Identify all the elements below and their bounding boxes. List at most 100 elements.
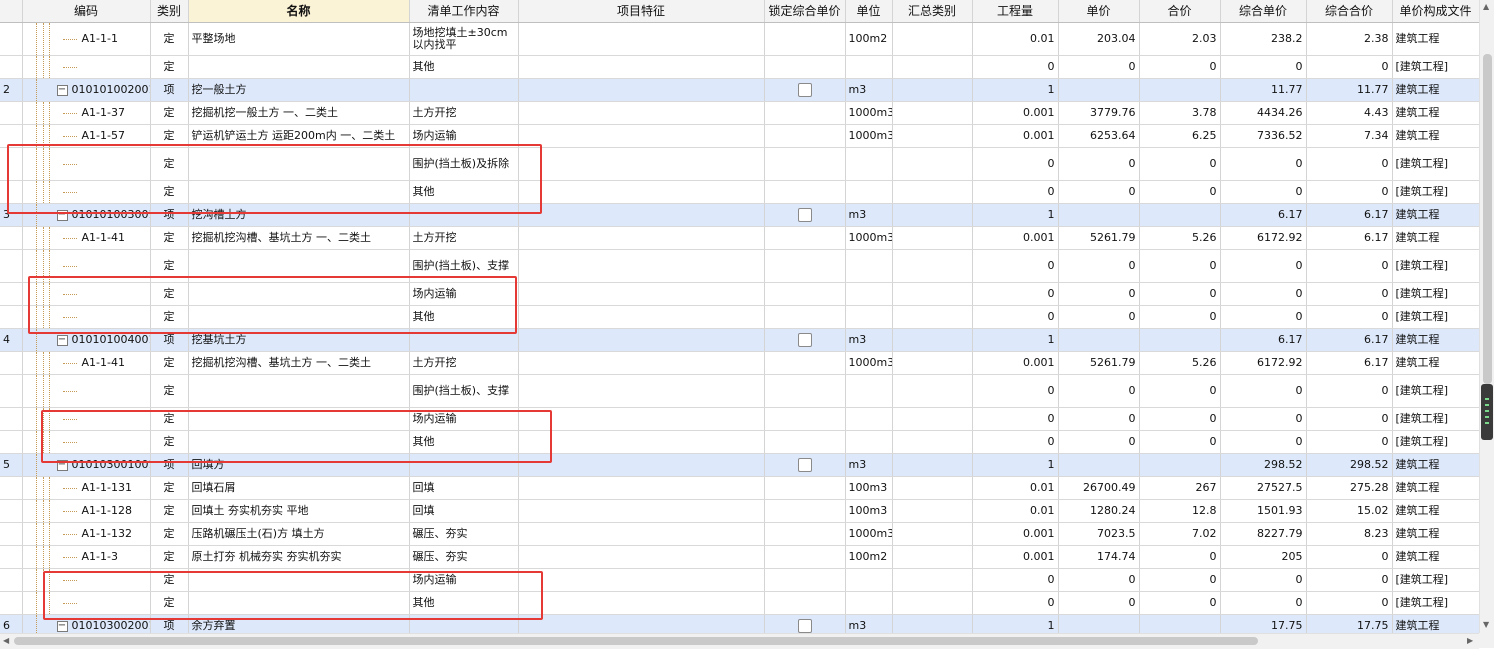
name-cell[interactable] xyxy=(188,282,410,306)
work-cell[interactable]: 其他 xyxy=(409,305,519,329)
name-cell[interactable]: 挖一般土方 xyxy=(188,78,410,102)
lock-cell[interactable] xyxy=(764,453,846,477)
summary-cell[interactable] xyxy=(892,407,973,431)
comp-total-cell[interactable]: 6.17 xyxy=(1306,203,1393,227)
work-cell[interactable] xyxy=(409,203,519,227)
price-cell[interactable]: 0 xyxy=(1058,180,1140,204)
quota-row[interactable]: A1-1-3 定 原土打夯 机械夯实 夯实机夯实 碾压、夯实 100m2 0.0… xyxy=(0,545,1479,569)
quota-row[interactable]: 定 围护(挡土板)、支撑 0 0 0 0 0 [建筑工程] xyxy=(0,249,1479,283)
comp-price-cell[interactable]: 0 xyxy=(1220,55,1307,79)
unit-cell[interactable] xyxy=(845,430,893,454)
work-cell[interactable]: 碾压、夯实 xyxy=(409,545,519,569)
lock-cell[interactable] xyxy=(764,249,846,283)
lock-cell[interactable] xyxy=(764,78,846,102)
type-cell[interactable]: 定 xyxy=(150,249,189,283)
type-cell[interactable]: 定 xyxy=(150,430,189,454)
lock-cell[interactable] xyxy=(764,568,846,592)
lock-cell[interactable] xyxy=(764,22,846,56)
summary-cell[interactable] xyxy=(892,180,973,204)
lock-cell[interactable] xyxy=(764,203,846,227)
quota-row[interactable]: A1-1-37 定 挖掘机挖一般土方 一、二类土 土方开挖 1000m3 0.0… xyxy=(0,101,1479,125)
code-cell[interactable]: A1-1-128 xyxy=(22,499,151,523)
comp-price-cell[interactable]: 0 xyxy=(1220,180,1307,204)
unit-cell[interactable]: 100m3 xyxy=(845,476,893,500)
quota-row[interactable]: A1-1-1 定 平整场地 场地挖填土±30cm以内找平 100m2 0.01 … xyxy=(0,22,1479,56)
lock-cell[interactable] xyxy=(764,226,846,250)
file-cell[interactable]: 建筑工程 xyxy=(1392,499,1479,523)
qty-cell[interactable]: 1 xyxy=(972,78,1059,102)
code-cell[interactable] xyxy=(22,180,151,204)
price-cell[interactable] xyxy=(1058,78,1140,102)
file-cell[interactable]: 建筑工程 xyxy=(1392,226,1479,250)
name-cell[interactable]: 挖掘机挖沟槽、基坑土方 一、二类土 xyxy=(188,226,410,250)
type-cell[interactable]: 定 xyxy=(150,499,189,523)
qty-cell[interactable]: 0 xyxy=(972,180,1059,204)
feature-cell[interactable] xyxy=(518,203,765,227)
comp-total-cell[interactable]: 7.34 xyxy=(1306,124,1393,148)
feature-cell[interactable] xyxy=(518,614,765,633)
total-cell[interactable] xyxy=(1139,614,1221,633)
total-cell[interactable]: 5.26 xyxy=(1139,351,1221,375)
scroll-left-icon[interactable]: ◀ xyxy=(3,636,9,646)
comp-price-cell[interactable]: 4434.26 xyxy=(1220,101,1307,125)
name-cell[interactable]: 回填土 夯实机夯实 平地 xyxy=(188,499,410,523)
comp-price-cell[interactable]: 0 xyxy=(1220,568,1307,592)
comp-price-cell[interactable]: 6172.92 xyxy=(1220,226,1307,250)
file-cell[interactable]: [建筑工程] xyxy=(1392,430,1479,454)
summary-cell[interactable] xyxy=(892,545,973,569)
col-header-code[interactable]: 编码 xyxy=(22,0,151,23)
qty-cell[interactable]: 1 xyxy=(972,328,1059,352)
type-cell[interactable]: 定 xyxy=(150,351,189,375)
price-cell[interactable]: 0 xyxy=(1058,430,1140,454)
feature-cell[interactable] xyxy=(518,351,765,375)
file-cell[interactable]: [建筑工程] xyxy=(1392,55,1479,79)
comp-price-cell[interactable]: 0 xyxy=(1220,430,1307,454)
comp-price-cell[interactable]: 0 xyxy=(1220,147,1307,181)
feature-cell[interactable] xyxy=(518,22,765,56)
total-cell[interactable]: 0 xyxy=(1139,249,1221,283)
type-cell[interactable]: 定 xyxy=(150,374,189,408)
name-cell[interactable] xyxy=(188,591,410,615)
total-cell[interactable]: 0 xyxy=(1139,545,1221,569)
work-cell[interactable]: 其他 xyxy=(409,55,519,79)
col-header-name[interactable]: 名称 xyxy=(188,0,410,23)
comp-price-cell[interactable]: 6172.92 xyxy=(1220,351,1307,375)
code-cell[interactable]: A1-1-3 xyxy=(22,545,151,569)
list-item-row[interactable]: 4 −010101004001 项 挖基坑土方 m3 1 6.17 6.17 建… xyxy=(0,328,1479,352)
type-cell[interactable]: 项 xyxy=(150,203,189,227)
price-cell[interactable]: 0 xyxy=(1058,591,1140,615)
collapse-toggle-icon[interactable]: − xyxy=(56,209,68,221)
name-cell[interactable] xyxy=(188,305,410,329)
feature-cell[interactable] xyxy=(518,101,765,125)
unit-cell[interactable]: 100m3 xyxy=(845,499,893,523)
lock-cell[interactable] xyxy=(764,305,846,329)
file-cell[interactable]: [建筑工程] xyxy=(1392,374,1479,408)
total-cell[interactable]: 0 xyxy=(1139,430,1221,454)
code-cell[interactable] xyxy=(22,55,151,79)
comp-total-cell[interactable]: 0 xyxy=(1306,430,1393,454)
qty-cell[interactable]: 0.001 xyxy=(972,124,1059,148)
qty-cell[interactable]: 0 xyxy=(972,249,1059,283)
file-cell[interactable]: 建筑工程 xyxy=(1392,522,1479,546)
type-cell[interactable]: 定 xyxy=(150,476,189,500)
work-cell[interactable]: 其他 xyxy=(409,591,519,615)
summary-cell[interactable] xyxy=(892,147,973,181)
code-cell[interactable] xyxy=(22,374,151,408)
comp-price-cell[interactable]: 298.52 xyxy=(1220,453,1307,477)
summary-cell[interactable] xyxy=(892,124,973,148)
unit-cell[interactable] xyxy=(845,180,893,204)
qty-cell[interactable]: 0.001 xyxy=(972,522,1059,546)
work-cell[interactable] xyxy=(409,78,519,102)
collapse-toggle-icon[interactable]: − xyxy=(56,459,68,471)
type-cell[interactable]: 定 xyxy=(150,226,189,250)
lock-cell[interactable] xyxy=(764,430,846,454)
unit-cell[interactable]: 1000m3 xyxy=(845,101,893,125)
file-cell[interactable]: 建筑工程 xyxy=(1392,476,1479,500)
qty-cell[interactable]: 0 xyxy=(972,147,1059,181)
type-cell[interactable]: 定 xyxy=(150,124,189,148)
scroll-down-icon[interactable]: ▼ xyxy=(1483,620,1489,630)
unit-cell[interactable] xyxy=(845,55,893,79)
name-cell[interactable] xyxy=(188,249,410,283)
list-item-row[interactable]: 3 −010101003001 项 挖沟槽土方 m3 1 6.17 6.17 建… xyxy=(0,203,1479,227)
qty-cell[interactable]: 0 xyxy=(972,282,1059,306)
